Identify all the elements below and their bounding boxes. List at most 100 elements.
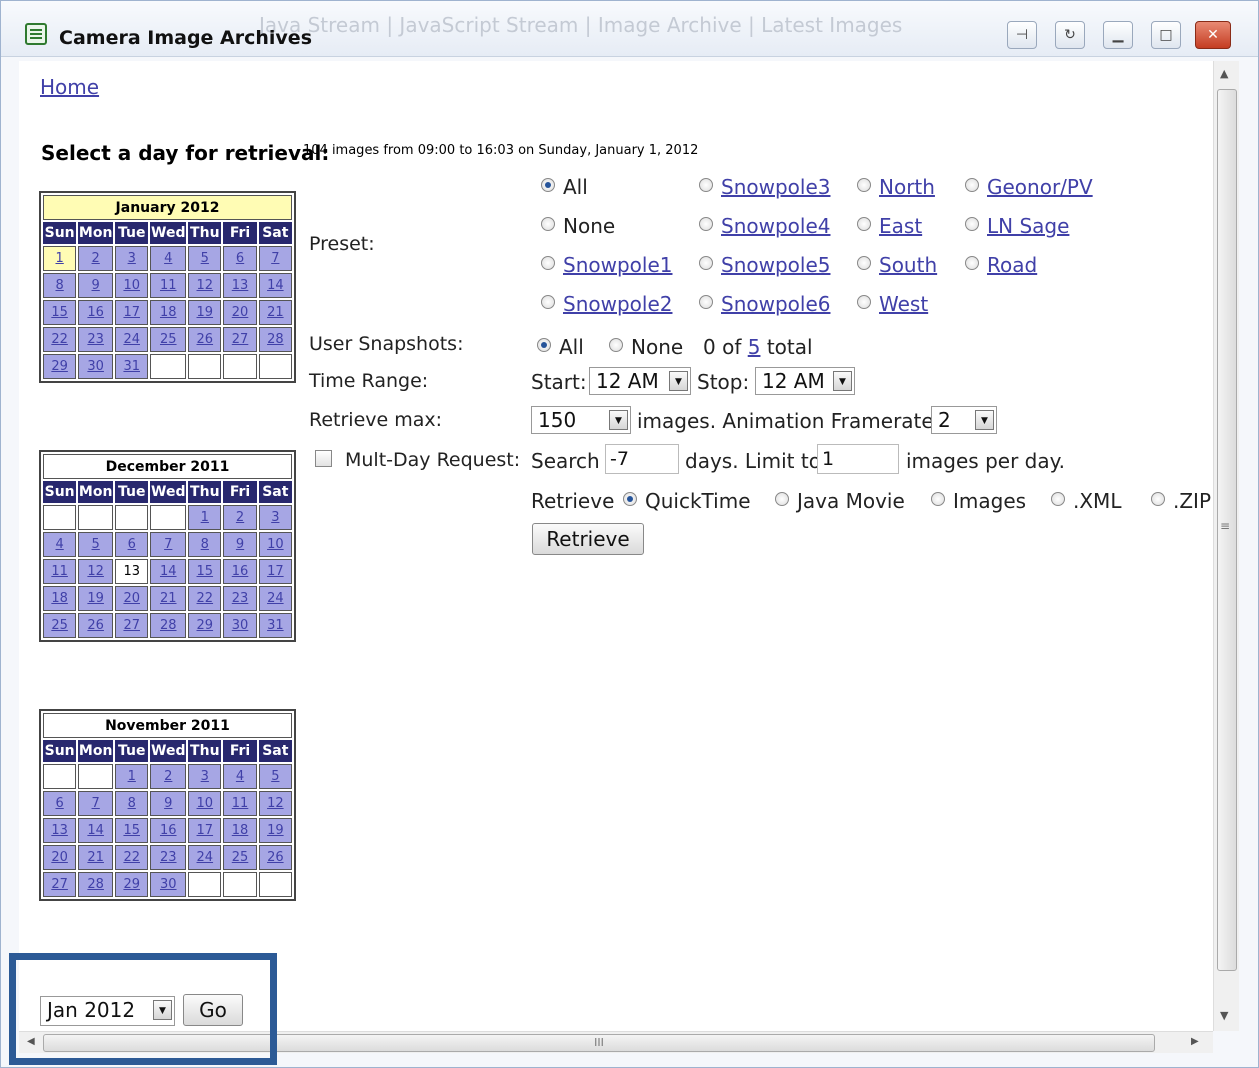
retrieve-button[interactable]: Retrieve bbox=[532, 523, 644, 555]
calendar-day[interactable]: 9 bbox=[150, 791, 187, 816]
format-option-java-movie[interactable]: Java Movie bbox=[775, 489, 905, 513]
calendar-day-link[interactable]: 1 bbox=[128, 769, 136, 784]
calendar-day-link[interactable]: 12 bbox=[267, 796, 284, 811]
preset-option-snowpole3[interactable]: Snowpole3 bbox=[699, 175, 830, 199]
preset-option-all[interactable]: All bbox=[541, 175, 588, 199]
calendar-day[interactable]: 29 bbox=[188, 613, 222, 638]
calendar-day-link[interactable]: 24 bbox=[267, 591, 284, 606]
calendar-day[interactable]: 22 bbox=[115, 845, 149, 870]
stop-time-select[interactable]: 12 AM ▼ bbox=[755, 367, 855, 395]
maximize-button[interactable]: □ bbox=[1151, 21, 1181, 49]
calendar-day-link[interactable]: 29 bbox=[51, 359, 68, 374]
calendar-day-link[interactable]: 6 bbox=[236, 251, 244, 266]
preset-option-snowpole5[interactable]: Snowpole5 bbox=[699, 253, 830, 277]
calendar-day-link[interactable]: 7 bbox=[92, 796, 100, 811]
calendar-day[interactable]: 24 bbox=[115, 327, 149, 352]
calendar-day-link[interactable]: 3 bbox=[271, 510, 279, 525]
preset-option-snowpole2[interactable]: Snowpole2 bbox=[541, 292, 672, 316]
calendar-day-link[interactable]: 22 bbox=[51, 332, 68, 347]
calendar-day-link[interactable]: 22 bbox=[123, 850, 140, 865]
calendar-day[interactable]: 29 bbox=[43, 354, 77, 379]
preset-option-snowpole1[interactable]: Snowpole1 bbox=[541, 253, 672, 277]
calendar-day-link[interactable]: 10 bbox=[197, 796, 214, 811]
calendar-day-link[interactable]: 8 bbox=[201, 537, 209, 552]
preset-option-link[interactable]: Snowpole5 bbox=[721, 253, 830, 277]
calendar-day-link[interactable]: 16 bbox=[232, 564, 249, 579]
calendar-day-link[interactable]: 21 bbox=[267, 305, 284, 320]
calendar-day-link[interactable]: 20 bbox=[123, 591, 140, 606]
calendar-day[interactable]: 18 bbox=[150, 300, 187, 325]
calendar-day[interactable]: 16 bbox=[78, 300, 114, 325]
calendar-day-link[interactable]: 8 bbox=[55, 278, 63, 293]
calendar-day-link[interactable]: 4 bbox=[55, 537, 63, 552]
calendar-day-link[interactable]: 14 bbox=[160, 564, 177, 579]
calendar-day-link[interactable]: 17 bbox=[267, 564, 284, 579]
calendar-day-link[interactable]: 28 bbox=[87, 877, 104, 892]
snapshots-all-option[interactable]: All bbox=[537, 335, 584, 359]
calendar-day-link[interactable]: 2 bbox=[164, 769, 172, 784]
calendar-day[interactable]: 25 bbox=[43, 613, 77, 638]
calendar-day-link[interactable]: 14 bbox=[267, 278, 284, 293]
preset-option-north[interactable]: North bbox=[857, 175, 935, 199]
calendar-day-link[interactable]: 13 bbox=[51, 823, 68, 838]
calendar-day[interactable]: 5 bbox=[188, 246, 222, 271]
calendar-day[interactable]: 2 bbox=[150, 764, 187, 789]
calendar-day[interactable]: 13 bbox=[43, 818, 77, 843]
calendar-day-link[interactable]: 23 bbox=[232, 591, 249, 606]
calendar-day-link[interactable]: 5 bbox=[271, 769, 279, 784]
calendar-day-link[interactable]: 15 bbox=[123, 823, 140, 838]
minimize-button[interactable]: ▁ bbox=[1103, 21, 1133, 49]
calendar-day[interactable]: 28 bbox=[258, 327, 292, 352]
search-days-input[interactable]: -7 bbox=[605, 444, 679, 474]
calendar-day-link[interactable]: 10 bbox=[123, 278, 140, 293]
calendar-day[interactable]: 4 bbox=[43, 532, 77, 557]
calendar-day[interactable]: 16 bbox=[223, 559, 257, 584]
calendar-day[interactable]: 3 bbox=[115, 246, 149, 271]
calendar-day[interactable]: 15 bbox=[188, 559, 222, 584]
calendar-day[interactable]: 19 bbox=[188, 300, 222, 325]
preset-option-south[interactable]: South bbox=[857, 253, 937, 277]
calendar-day-link[interactable]: 7 bbox=[164, 537, 172, 552]
calendar-day-link[interactable]: 30 bbox=[160, 877, 177, 892]
calendar-day-link[interactable]: 19 bbox=[267, 823, 284, 838]
calendar-day-link[interactable]: 1 bbox=[55, 251, 63, 266]
calendar-day[interactable]: 3 bbox=[258, 505, 292, 530]
calendar-day-link[interactable]: 12 bbox=[197, 278, 214, 293]
calendar-day[interactable]: 2 bbox=[223, 505, 257, 530]
calendar-day[interactable]: 20 bbox=[115, 586, 149, 611]
calendar-day[interactable]: 11 bbox=[223, 791, 257, 816]
calendar-day[interactable]: 31 bbox=[115, 354, 149, 379]
calendar-day-link[interactable]: 15 bbox=[197, 564, 214, 579]
calendar-day-link[interactable]: 10 bbox=[267, 537, 284, 552]
calendar-day-link[interactable]: 14 bbox=[87, 823, 104, 838]
calendar-day[interactable]: 10 bbox=[188, 791, 222, 816]
multiday-checkbox[interactable] bbox=[315, 450, 332, 467]
calendar-day[interactable]: 26 bbox=[188, 327, 222, 352]
calendar-day-link[interactable]: 27 bbox=[232, 332, 249, 347]
calendar-day-link[interactable]: 23 bbox=[160, 850, 177, 865]
calendar-day[interactable]: 10 bbox=[258, 532, 292, 557]
calendar-day-link[interactable]: 23 bbox=[87, 332, 104, 347]
preset-option-link[interactable]: Geonor/PV bbox=[987, 175, 1093, 199]
calendar-day-link[interactable]: 25 bbox=[51, 618, 68, 633]
calendar-day[interactable]: 6 bbox=[43, 791, 77, 816]
calendar-day-link[interactable]: 2 bbox=[236, 510, 244, 525]
calendar-day-link[interactable]: 24 bbox=[123, 332, 140, 347]
calendar-day[interactable]: 11 bbox=[43, 559, 77, 584]
calendar-day[interactable]: 3 bbox=[188, 764, 222, 789]
preset-option-link[interactable]: Snowpole3 bbox=[721, 175, 830, 199]
calendar-day[interactable]: 15 bbox=[43, 300, 77, 325]
calendar-day-link[interactable]: 31 bbox=[123, 359, 140, 374]
calendar-day-link[interactable]: 8 bbox=[128, 796, 136, 811]
calendar-day[interactable]: 17 bbox=[188, 818, 222, 843]
calendar-day-link[interactable]: 3 bbox=[128, 251, 136, 266]
preset-option-link[interactable]: Snowpole1 bbox=[563, 253, 672, 277]
calendar-day[interactable]: 9 bbox=[223, 532, 257, 557]
calendar-day[interactable]: 8 bbox=[115, 791, 149, 816]
calendar-day[interactable]: 26 bbox=[258, 845, 292, 870]
calendar-day[interactable]: 28 bbox=[78, 872, 114, 897]
refresh-button[interactable]: ↻ bbox=[1055, 21, 1085, 49]
framerate-select[interactable]: 2 ▼ bbox=[931, 406, 997, 434]
calendar-day-link[interactable]: 4 bbox=[164, 251, 172, 266]
calendar-day[interactable]: 19 bbox=[78, 586, 114, 611]
